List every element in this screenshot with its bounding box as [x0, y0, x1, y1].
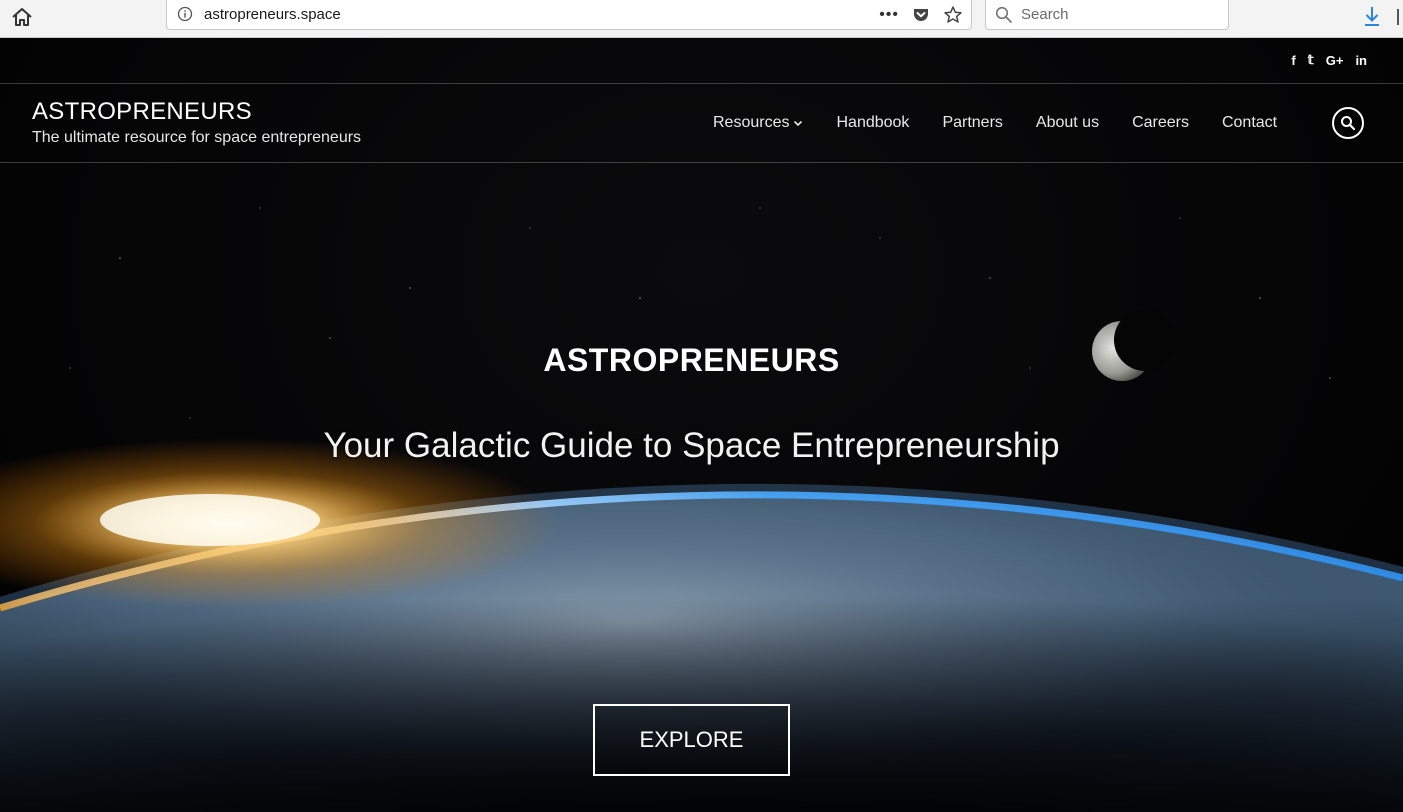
search-icon	[1341, 116, 1356, 131]
browser-search-field[interactable]: Search	[985, 0, 1229, 30]
address-bar-actions: •••	[879, 3, 963, 27]
chevron-down-icon	[794, 120, 803, 127]
twitter-icon[interactable]: 𝕥	[1308, 52, 1314, 68]
url-text[interactable]: astropreneurs.space	[204, 6, 341, 23]
site-header: ASTROPRENEURS The ultimate resource for …	[0, 84, 1403, 163]
download-icon[interactable]	[1362, 5, 1382, 27]
info-icon[interactable]	[177, 6, 193, 22]
site-topbar: f 𝕥 G+ in	[0, 38, 1403, 84]
nav-resources-label: Resources	[713, 114, 790, 131]
pocket-icon[interactable]	[911, 5, 931, 25]
facebook-icon[interactable]: f	[1291, 53, 1295, 68]
nav-careers[interactable]: Careers	[1132, 114, 1189, 132]
hero-subtitle: Your Galactic Guide to Space Entrepreneu…	[323, 426, 1060, 465]
nav-handbook[interactable]: Handbook	[836, 114, 909, 132]
site-title[interactable]: ASTROPRENEURS	[32, 98, 252, 126]
toolbar-overflow-edge	[1397, 9, 1399, 25]
google-plus-icon[interactable]: G+	[1326, 53, 1344, 68]
page-actions-menu[interactable]: •••	[879, 7, 899, 23]
linkedin-icon[interactable]: in	[1355, 53, 1367, 68]
explore-button[interactable]: EXPLORE	[593, 704, 790, 776]
search-icon	[995, 6, 1012, 23]
main-nav: Resources Handbook Partners About us Car…	[713, 114, 1277, 132]
nav-contact[interactable]: Contact	[1222, 114, 1277, 132]
nav-partners[interactable]: Partners	[942, 114, 1002, 132]
home-icon[interactable]	[10, 6, 34, 28]
social-links: f 𝕥 G+ in	[1291, 52, 1367, 68]
hero-section: f 𝕥 G+ in ASTROPRENEURS The ultimate res…	[0, 38, 1403, 812]
nav-resources[interactable]: Resources	[713, 114, 803, 132]
nav-about-us[interactable]: About us	[1036, 114, 1099, 132]
search-placeholder: Search	[1021, 6, 1069, 23]
bookmark-star-icon[interactable]	[943, 5, 963, 25]
address-bar[interactable]: astropreneurs.space •••	[166, 0, 972, 30]
browser-toolbar: astropreneurs.space ••• Search	[0, 0, 1403, 38]
site-search-button[interactable]	[1332, 107, 1364, 139]
site-tagline: The ultimate resource for space entrepre…	[32, 129, 362, 146]
hero-title: ASTROPRENEURS	[543, 342, 840, 378]
